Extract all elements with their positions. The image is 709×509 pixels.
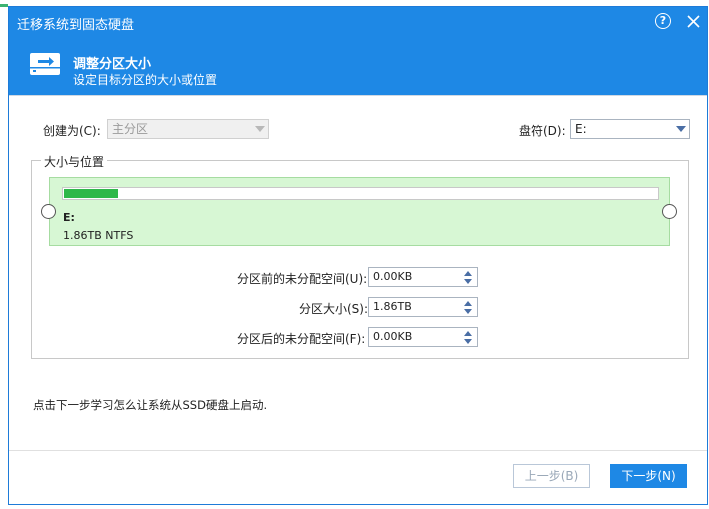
- help-icon[interactable]: ?: [655, 13, 671, 29]
- spin-up-icon[interactable]: [464, 331, 472, 336]
- hint-text: 点击下一步学习怎么让系统从SSD硬盘上启动.: [33, 398, 268, 412]
- spin-down-icon[interactable]: [464, 309, 472, 314]
- after-space-value: 0.00KB: [373, 330, 413, 343]
- header-title: 调整分区大小: [73, 57, 152, 72]
- title-bar: 迁移系统到固态硬盘 ?: [9, 7, 707, 37]
- header-banner: 调整分区大小 设定目标分区的大小或位置: [9, 37, 707, 95]
- footer-divider: [9, 450, 707, 451]
- before-space-value: 0.00KB: [373, 270, 413, 283]
- prev-button[interactable]: 上一步(B): [513, 464, 590, 488]
- next-button[interactable]: 下一步(N): [610, 464, 687, 488]
- usage-bar: [62, 187, 659, 200]
- spin-down-icon[interactable]: [464, 279, 472, 284]
- disk-icon: [29, 49, 63, 79]
- before-space-label: 分区前的未分配空间(U):: [237, 272, 368, 286]
- partition-label: E:: [63, 211, 75, 224]
- create-as-value: 主分区: [112, 122, 149, 136]
- spin-up-icon[interactable]: [464, 301, 472, 306]
- spin-up-icon[interactable]: [464, 271, 472, 276]
- group-title: 大小与位置: [41, 153, 108, 170]
- partition-info: 1.86TB NTFS: [63, 229, 134, 242]
- background-accent: [0, 4, 8, 7]
- header-subtitle: 设定目标分区的大小或位置: [73, 73, 218, 87]
- create-as-select[interactable]: 主分区: [107, 119, 269, 139]
- drive-letter-label: 盘符(D):: [519, 124, 566, 138]
- partition-size-input[interactable]: 1.86TB: [368, 297, 478, 317]
- chevron-down-icon: [255, 126, 265, 132]
- resize-handle-left[interactable]: [41, 204, 56, 219]
- create-as-label: 创建为(C):: [43, 124, 101, 138]
- usage-bar-fill: [64, 189, 118, 198]
- after-space-input[interactable]: 0.00KB: [368, 327, 478, 347]
- partition-block[interactable]: E: 1.86TB NTFS: [49, 177, 670, 246]
- drive-letter-select[interactable]: E:: [570, 119, 690, 139]
- partition-size-label: 分区大小(S):: [299, 302, 369, 316]
- header-divider: [9, 95, 707, 96]
- partition-size-value: 1.86TB: [373, 300, 412, 313]
- window-title: 迁移系统到固态硬盘: [17, 18, 135, 33]
- chevron-down-icon: [676, 126, 686, 132]
- resize-handle-right[interactable]: [662, 204, 677, 219]
- before-space-input[interactable]: 0.00KB: [368, 267, 478, 287]
- dialog-window: 迁移系统到固态硬盘 ? 调整分区大小 设定目标分区的大小或位置 创建为(C): …: [8, 6, 708, 505]
- after-space-label: 分区后的未分配空间(F):: [237, 332, 366, 346]
- spin-down-icon[interactable]: [464, 339, 472, 344]
- close-icon[interactable]: [685, 11, 703, 31]
- drive-letter-value: E:: [575, 122, 587, 136]
